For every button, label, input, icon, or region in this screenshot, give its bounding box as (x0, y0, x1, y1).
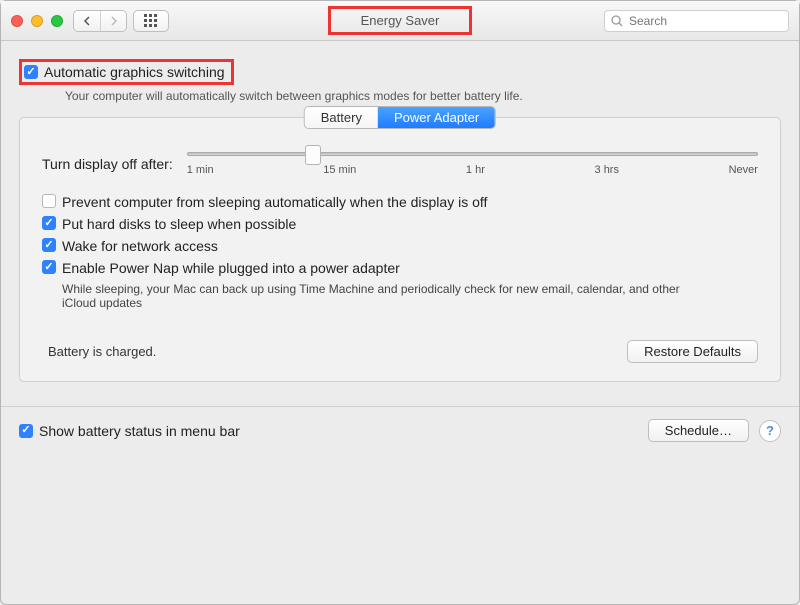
titlebar: Energy Saver (1, 1, 799, 41)
panel-footer: Battery is charged. Restore Defaults (42, 340, 758, 363)
tick-label: 3 hrs (595, 164, 619, 176)
search-icon (611, 15, 623, 27)
option-wake-network: Wake for network access (42, 238, 758, 254)
auto-graphics-description: Your computer will automatically switch … (65, 89, 781, 103)
power-source-tabs: Battery Power Adapter (304, 106, 496, 129)
tick-label: 1 min (187, 164, 214, 176)
checkbox-wake-network[interactable] (42, 238, 56, 252)
tab-battery[interactable]: Battery (305, 107, 378, 128)
display-sleep-slider[interactable]: 1 min 15 min 1 hr 3 hrs Never (187, 152, 758, 176)
option-hdd-sleep: Put hard disks to sleep when possible (42, 216, 758, 232)
option-prevent-sleep: Prevent computer from sleeping automatic… (42, 194, 758, 210)
menu-bar-status-label: Show battery status in menu bar (39, 423, 240, 439)
tick-label: 1 hr (466, 164, 485, 176)
back-button[interactable] (74, 11, 100, 31)
window: Energy Saver Automatic graphics switchin… (0, 0, 800, 605)
content: Automatic graphics switching Your comput… (1, 41, 799, 392)
tab-power-adapter[interactable]: Power Adapter (378, 107, 495, 128)
show-all-button[interactable] (133, 10, 169, 32)
auto-graphics-label: Automatic graphics switching (44, 64, 225, 80)
nav-back-forward (73, 10, 127, 32)
slider-track (187, 152, 758, 156)
checkbox-hdd-sleep[interactable] (42, 216, 56, 230)
close-window-button[interactable] (11, 15, 23, 27)
restore-defaults-button[interactable]: Restore Defaults (627, 340, 758, 363)
slider-thumb[interactable] (305, 145, 321, 165)
search-field[interactable] (604, 10, 789, 32)
minimize-window-button[interactable] (31, 15, 43, 27)
auto-graphics-checkbox[interactable] (24, 65, 38, 79)
search-input[interactable] (627, 13, 782, 29)
option-power-nap: Enable Power Nap while plugged into a po… (42, 260, 758, 276)
help-button[interactable]: ? (759, 420, 781, 442)
forward-button[interactable] (100, 11, 126, 31)
checkbox-power-nap[interactable] (42, 260, 56, 274)
tick-label: Never (729, 164, 758, 176)
menu-bar-status-checkbox[interactable] (19, 424, 33, 438)
options-list: Prevent computer from sleeping automatic… (42, 194, 758, 310)
label-prevent-sleep: Prevent computer from sleeping automatic… (62, 194, 487, 210)
schedule-button[interactable]: Schedule… (648, 419, 749, 442)
window-title: Energy Saver (328, 6, 473, 35)
label-power-nap: Enable Power Nap while plugged into a po… (62, 260, 400, 276)
subtext-power-nap: While sleeping, your Mac can back up usi… (62, 282, 702, 310)
display-sleep-row: Turn display off after: 1 min 15 min 1 h… (42, 152, 758, 176)
window-controls (11, 15, 63, 27)
slider-ticks: 1 min 15 min 1 hr 3 hrs Never (187, 164, 758, 176)
settings-panel: Battery Power Adapter Turn display off a… (19, 117, 781, 382)
checkbox-prevent-sleep[interactable] (42, 194, 56, 208)
zoom-window-button[interactable] (51, 15, 63, 27)
auto-graphics-highlight: Automatic graphics switching (19, 59, 234, 85)
auto-graphics-row: Automatic graphics switching (19, 59, 781, 85)
label-wake-network: Wake for network access (62, 238, 218, 254)
battery-status-text: Battery is charged. (48, 344, 156, 359)
label-hdd-sleep: Put hard disks to sleep when possible (62, 216, 296, 232)
display-sleep-label: Turn display off after: (42, 156, 173, 172)
tick-label: 15 min (323, 164, 356, 176)
bottom-bar: Show battery status in menu bar Schedule… (1, 406, 799, 454)
